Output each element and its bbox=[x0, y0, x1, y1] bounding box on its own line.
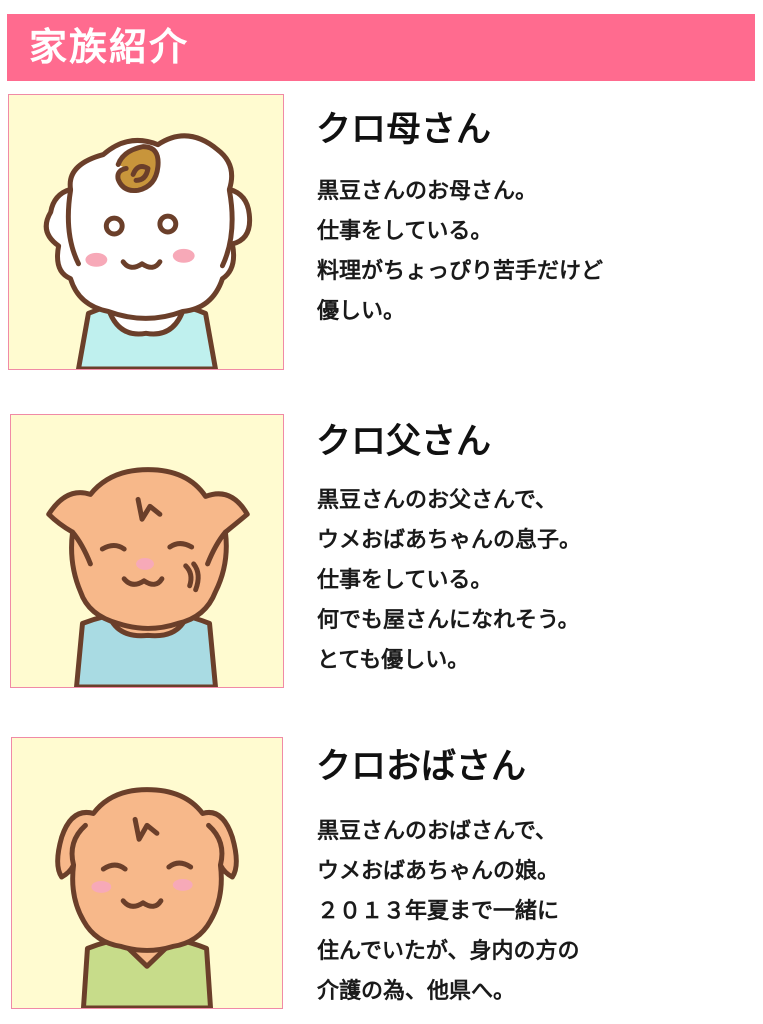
aunt-desc-line: 黒豆さんのおばさんで、 bbox=[317, 819, 558, 844]
mother-name: クロ母さん bbox=[316, 110, 492, 150]
mother-desc-line: 優しい。 bbox=[317, 299, 406, 324]
father-name: クロ父さん bbox=[316, 422, 492, 462]
mother-portrait bbox=[8, 94, 284, 370]
aunt-desc-line: 住んでいたが、身内の方の bbox=[317, 939, 580, 964]
section-title: 家族紹介 bbox=[29, 25, 190, 69]
mother-illustration bbox=[43, 133, 253, 369]
father-illustration bbox=[46, 467, 250, 687]
mother-desc-line: 仕事をしている。 bbox=[317, 219, 493, 244]
aunt-illustration bbox=[55, 787, 239, 1008]
father-portrait bbox=[10, 414, 284, 688]
mother-desc-line: 料理がちょっぴり苦手だけど bbox=[317, 259, 604, 284]
mother-desc-line: 黒豆さんのお母さん。 bbox=[317, 179, 538, 204]
father-desc-line: 何でも屋さんになれそう。 bbox=[317, 608, 580, 633]
father-desc-line: 仕事をしている。 bbox=[317, 568, 493, 593]
mother-description: 黒豆さんのお母さん。 仕事をしている。 料理がちょっぴり苦手だけど 優しい。 bbox=[317, 172, 603, 332]
aunt-desc-line: ２０１３年夏まで一緒に bbox=[317, 899, 560, 924]
aunt-desc-line: ウメおばあちゃんの娘。 bbox=[317, 859, 560, 884]
aunt-desc-line: 介護の為、他県へ。 bbox=[317, 979, 516, 1004]
father-desc-line: 黒豆さんのお父さんで、 bbox=[317, 488, 558, 513]
section-header: 家族紹介 bbox=[7, 14, 755, 81]
aunt-name: クロおばさん bbox=[316, 747, 527, 787]
father-desc-line: とても優しい。 bbox=[317, 648, 470, 673]
aunt-portrait bbox=[11, 737, 283, 1009]
father-desc-line: ウメおばあちゃんの息子。 bbox=[317, 528, 582, 553]
aunt-description: 黒豆さんのおばさんで、 ウメおばあちゃんの娘。 ２０１３年夏まで一緒に 住んでい… bbox=[317, 812, 579, 1012]
father-description: 黒豆さんのお父さんで、 ウメおばあちゃんの息子。 仕事をしている。 何でも屋さん… bbox=[317, 481, 581, 681]
